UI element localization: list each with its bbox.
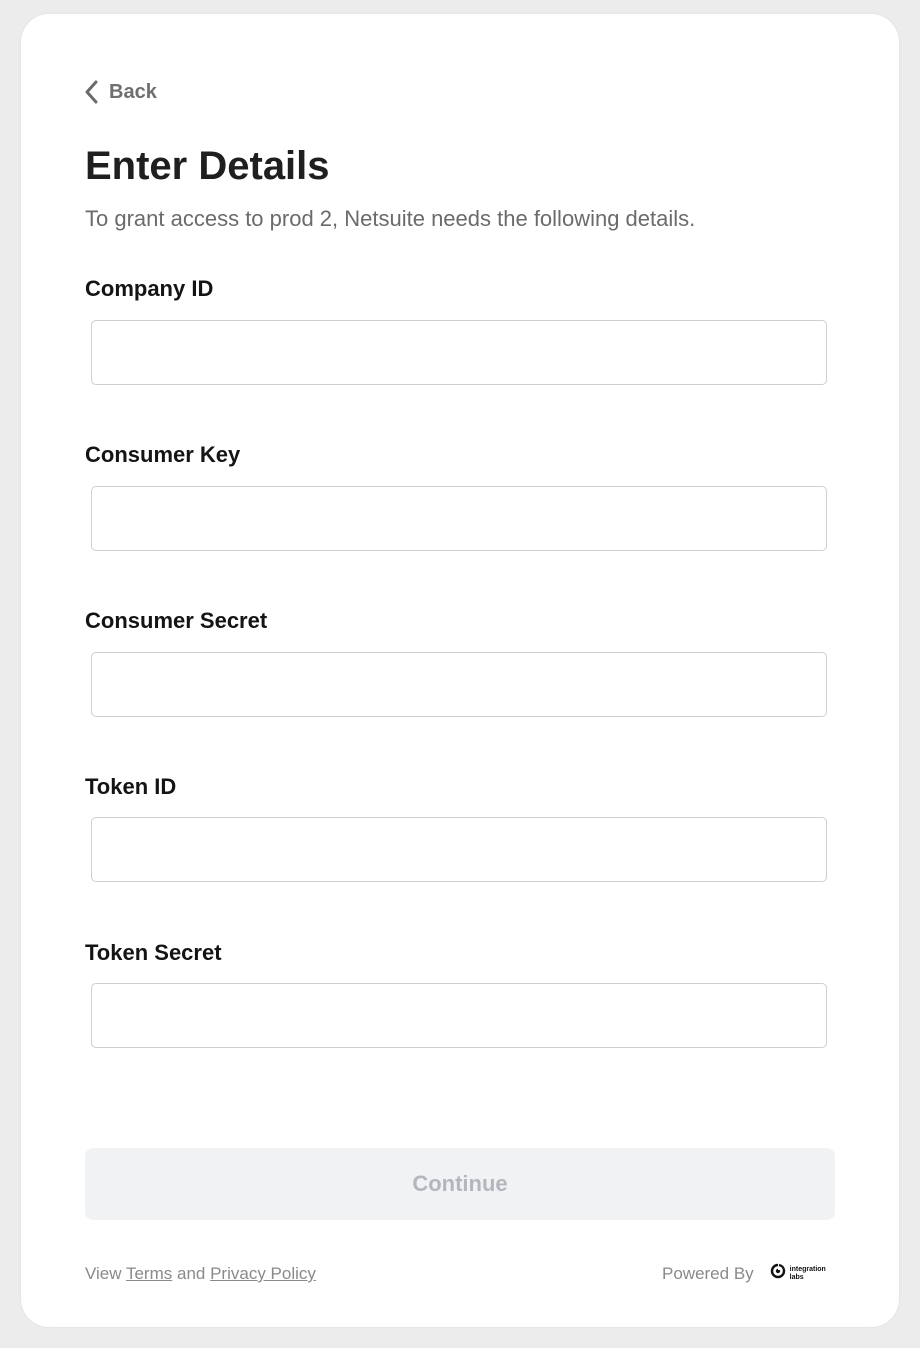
consumer-secret-input[interactable] bbox=[91, 652, 827, 717]
legal-view-text: View bbox=[85, 1264, 122, 1283]
token-secret-input[interactable] bbox=[91, 983, 827, 1048]
back-label: Back bbox=[109, 80, 157, 103]
company-id-label: Company ID bbox=[85, 276, 214, 301]
back-button[interactable]: Back bbox=[85, 78, 157, 106]
brand-line-1: integration bbox=[789, 1266, 826, 1273]
consumer-secret-label: Consumer Secret bbox=[85, 608, 268, 633]
page-title: Enter Details bbox=[85, 144, 330, 188]
brand-line-2: labs bbox=[789, 1274, 804, 1281]
page-subtitle: To grant access to prod 2, Netsuite need… bbox=[85, 206, 696, 231]
chevron-left-icon bbox=[85, 80, 99, 104]
integration-labs-logo: integration labs bbox=[770, 1262, 830, 1286]
continue-button[interactable]: Continue bbox=[85, 1148, 835, 1220]
company-id-input[interactable] bbox=[91, 320, 827, 385]
terms-link[interactable]: Terms bbox=[126, 1264, 172, 1283]
privacy-policy-link[interactable]: Privacy Policy bbox=[210, 1264, 316, 1283]
token-secret-label: Token Secret bbox=[85, 940, 222, 965]
token-id-label: Token ID bbox=[85, 774, 177, 799]
consumer-key-label: Consumer Key bbox=[85, 442, 241, 467]
legal-and-text: and bbox=[176, 1264, 206, 1283]
token-id-input[interactable] bbox=[91, 817, 827, 882]
details-card: Back Enter Details To grant access to pr… bbox=[21, 14, 899, 1327]
legal-links: View Terms and Privacy Policy bbox=[85, 1262, 316, 1286]
powered-by: Powered By integration labs bbox=[662, 1262, 830, 1286]
integration-labs-logo-icon bbox=[770, 1262, 786, 1286]
powered-by-label: Powered By bbox=[662, 1264, 754, 1283]
consumer-key-input[interactable] bbox=[91, 486, 827, 551]
